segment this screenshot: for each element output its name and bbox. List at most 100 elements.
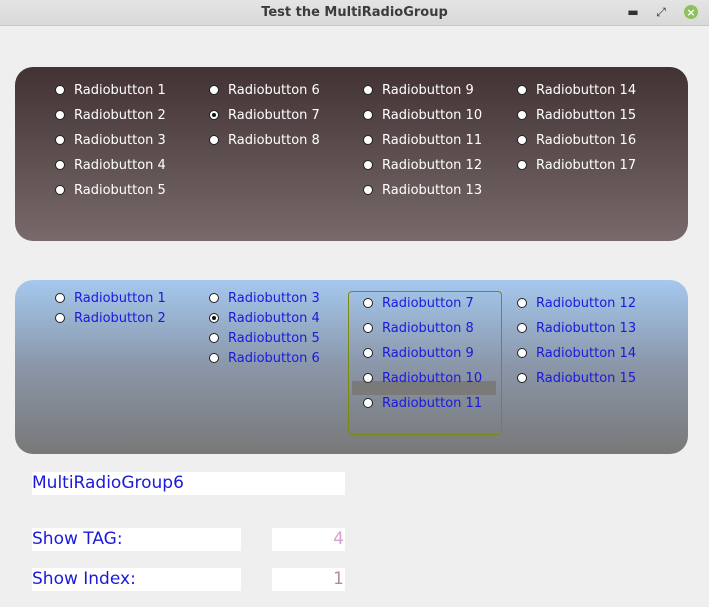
radio-button[interactable]: Radiobutton 12 xyxy=(517,293,636,313)
radio-indicator-icon[interactable] xyxy=(55,313,65,323)
radio-indicator-icon[interactable] xyxy=(363,298,373,308)
radio-label: Radiobutton 7 xyxy=(228,107,320,123)
radio-button[interactable]: Radiobutton 6 xyxy=(209,80,320,100)
radio-button[interactable]: Radiobutton 7 xyxy=(363,293,474,313)
radio-indicator-icon[interactable] xyxy=(517,85,527,95)
radio-button[interactable]: Radiobutton 8 xyxy=(209,130,320,150)
radio-indicator-icon[interactable] xyxy=(209,293,219,303)
close-icon[interactable]: × xyxy=(684,5,698,19)
radio-indicator-icon[interactable] xyxy=(209,353,219,363)
radio-indicator-icon[interactable] xyxy=(363,185,373,195)
radio-indicator-icon[interactable] xyxy=(209,333,219,343)
radio-label: Radiobutton 6 xyxy=(228,82,320,98)
radio-button[interactable]: Radiobutton 11 xyxy=(363,130,482,150)
show-index-label: Show Index: xyxy=(32,569,136,589)
radio-indicator-icon[interactable] xyxy=(363,160,373,170)
radio-label: Radiobutton 7 xyxy=(382,295,474,311)
radio-button[interactable]: Radiobutton 3 xyxy=(55,130,166,150)
radio-label: Radiobutton 13 xyxy=(536,320,637,336)
radio-indicator-icon[interactable] xyxy=(55,293,65,303)
radio-label: Radiobutton 12 xyxy=(536,295,637,311)
radio-indicator-icon[interactable] xyxy=(517,110,527,120)
radio-button[interactable]: Radiobutton 4 xyxy=(55,155,166,175)
radio-indicator-icon[interactable] xyxy=(363,323,373,333)
radio-label: Radiobutton 9 xyxy=(382,345,474,361)
radio-label: Radiobutton 16 xyxy=(536,132,637,148)
radio-button[interactable]: Radiobutton 5 xyxy=(55,180,166,200)
radio-button[interactable]: Radiobutton 16 xyxy=(517,130,636,150)
radio-indicator-icon[interactable] xyxy=(55,160,65,170)
radio-label: Radiobutton 10 xyxy=(382,370,483,386)
radio-indicator-icon[interactable] xyxy=(55,85,65,95)
radio-indicator-icon[interactable] xyxy=(209,110,219,120)
window-title: Test the MultiRadioGroup xyxy=(261,5,448,20)
radio-label: Radiobutton 2 xyxy=(74,107,166,123)
radio-label: Radiobutton 12 xyxy=(382,157,483,173)
radio-label: Radiobutton 4 xyxy=(228,310,320,326)
group-name-label: MultiRadioGroup6 xyxy=(32,473,184,493)
radio-label: Radiobutton 17 xyxy=(536,157,637,173)
radio-button[interactable]: Radiobutton 15 xyxy=(517,368,636,388)
radio-button[interactable]: Radiobutton 2 xyxy=(55,105,166,125)
radio-label: Radiobutton 15 xyxy=(536,107,637,123)
radio-button[interactable]: Radiobutton 10 xyxy=(363,105,482,125)
radio-button[interactable]: Radiobutton 12 xyxy=(363,155,482,175)
radio-label: Radiobutton 14 xyxy=(536,345,637,361)
radio-indicator-icon[interactable] xyxy=(363,85,373,95)
radio-indicator-icon[interactable] xyxy=(209,313,219,323)
radio-indicator-icon[interactable] xyxy=(517,160,527,170)
radio-group-panel-2: Radiobutton 1 Radiobutton 2 Radiobutton 3 R… xyxy=(15,280,688,454)
radio-label: Radiobutton 1 xyxy=(74,290,166,306)
radio-indicator-icon[interactable] xyxy=(209,135,219,145)
radio-label: Radiobutton 8 xyxy=(382,320,474,336)
radio-indicator-icon[interactable] xyxy=(55,110,65,120)
radio-button[interactable]: Radiobutton 13 xyxy=(363,180,482,200)
radio-label: Radiobutton 1 xyxy=(74,82,166,98)
radio-button[interactable]: Radiobutton 1 xyxy=(55,80,166,100)
radio-indicator-icon[interactable] xyxy=(517,323,527,333)
radio-button[interactable]: Radiobutton 5 xyxy=(209,328,320,348)
radio-indicator-icon[interactable] xyxy=(517,298,527,308)
radio-indicator-icon[interactable] xyxy=(363,110,373,120)
radio-button[interactable]: Radiobutton 9 xyxy=(363,80,474,100)
index-value: 1 xyxy=(333,569,344,589)
radio-button[interactable]: Radiobutton 4 xyxy=(209,308,320,328)
radio-label: Radiobutton 4 xyxy=(74,157,166,173)
radio-label: Radiobutton 3 xyxy=(228,290,320,306)
radio-label: Radiobutton 9 xyxy=(382,82,474,98)
radio-button[interactable]: Radiobutton 14 xyxy=(517,343,636,363)
radio-label: Radiobutton 14 xyxy=(536,82,637,98)
tag-value: 4 xyxy=(333,529,344,549)
radio-label: Radiobutton 5 xyxy=(74,182,166,198)
radio-label: Radiobutton 2 xyxy=(74,310,166,326)
radio-button[interactable]: Radiobutton 13 xyxy=(517,318,636,338)
radio-indicator-icon[interactable] xyxy=(363,348,373,358)
radio-label: Radiobutton 5 xyxy=(228,330,320,346)
radio-button[interactable]: Radiobutton 3 xyxy=(209,288,320,308)
radio-button[interactable]: Radiobutton 9 xyxy=(363,343,474,363)
radio-button[interactable]: Radiobutton 14 xyxy=(517,80,636,100)
maximize-icon[interactable]: ⤢ xyxy=(652,3,670,21)
radio-button[interactable]: Radiobutton 1 xyxy=(55,288,166,308)
minimize-icon[interactable]: ▬ xyxy=(624,3,642,21)
radio-label: Radiobutton 11 xyxy=(382,395,483,411)
radio-button[interactable]: Radiobutton 2 xyxy=(55,308,166,328)
radio-indicator-icon[interactable] xyxy=(55,135,65,145)
radio-button[interactable]: Radiobutton 15 xyxy=(517,105,636,125)
radio-button[interactable]: Radiobutton 11 xyxy=(363,393,482,413)
show-tag-label: Show TAG: xyxy=(32,529,123,549)
radio-label: Radiobutton 3 xyxy=(74,132,166,148)
radio-indicator-icon[interactable] xyxy=(517,348,527,358)
radio-indicator-icon[interactable] xyxy=(209,85,219,95)
radio-indicator-icon[interactable] xyxy=(55,185,65,195)
radio-indicator-icon[interactable] xyxy=(363,373,373,383)
radio-indicator-icon[interactable] xyxy=(363,398,373,408)
radio-indicator-icon[interactable] xyxy=(517,373,527,383)
radio-button[interactable]: Radiobutton 7 xyxy=(209,105,320,125)
radio-indicator-icon[interactable] xyxy=(363,135,373,145)
radio-button[interactable]: Radiobutton 17 xyxy=(517,155,636,175)
radio-button[interactable]: Radiobutton 8 xyxy=(363,318,474,338)
radio-button[interactable]: Radiobutton 6 xyxy=(209,348,320,368)
radio-button[interactable]: Radiobutton 10 xyxy=(363,368,482,388)
radio-indicator-icon[interactable] xyxy=(517,135,527,145)
